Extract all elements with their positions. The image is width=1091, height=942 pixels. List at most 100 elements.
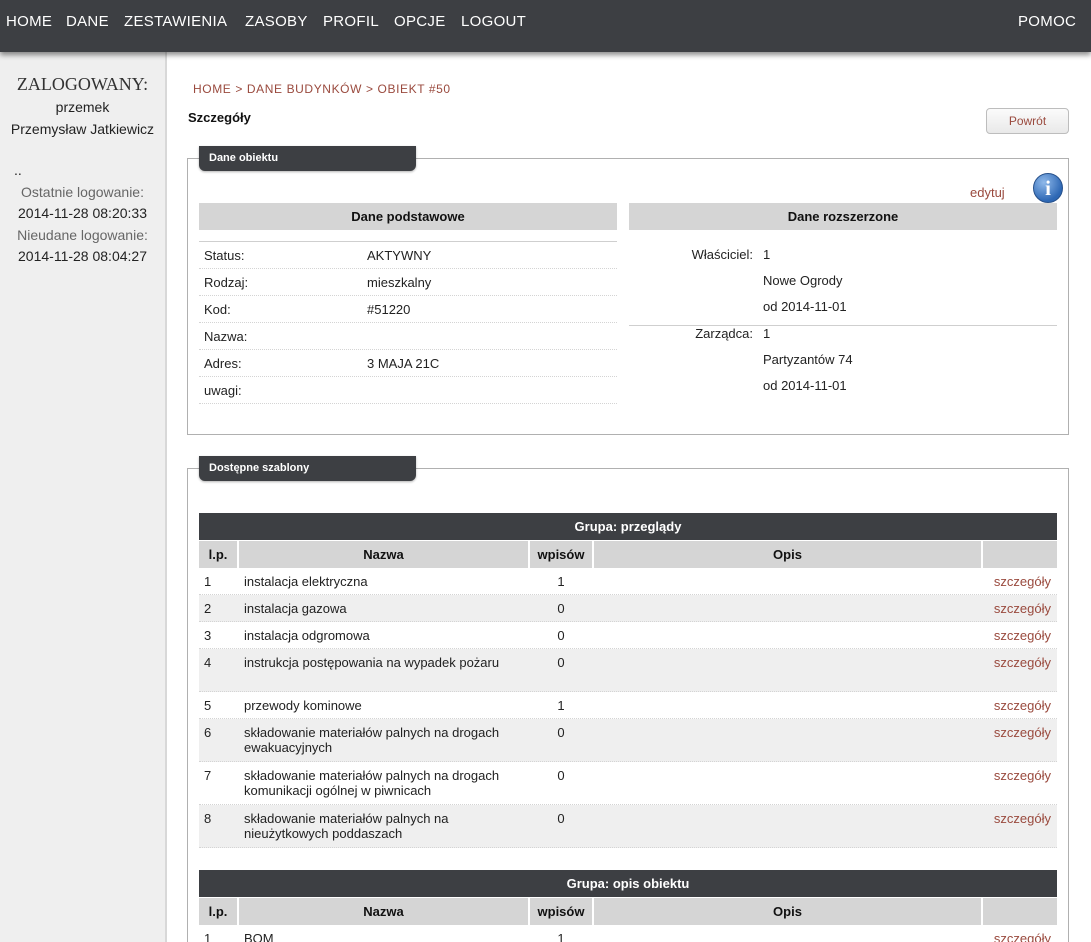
- table-row: 1 BOM 1 szczegóły: [199, 925, 1057, 942]
- table-row: 2 instalacja gazowa 0 szczegóły: [199, 595, 1057, 622]
- row-name: przewody kominowe: [244, 698, 362, 713]
- group-header: Grupa: przeglądy: [199, 513, 1057, 540]
- row-name: instrukcja postępowania na wypadek pożar…: [244, 655, 500, 670]
- info-icon[interactable]: i: [1033, 173, 1063, 203]
- row-count: 1: [557, 698, 565, 713]
- sidebar-dots: ..: [14, 162, 22, 178]
- object-data-panel: Dane obiektu edytuj i Dane podstawowe Da…: [187, 146, 1069, 435]
- field-label: Kod:: [204, 302, 231, 317]
- nav-logout[interactable]: LOGOUT: [461, 13, 526, 30]
- field-label: uwagi:: [204, 383, 242, 398]
- details-link[interactable]: szczegóły: [994, 655, 1051, 670]
- group-header: Grupa: opis obiektu: [199, 870, 1057, 897]
- table-row: 5 przewody kominowe 1 szczegóły: [199, 692, 1057, 719]
- row-name: składowanie materiałów palnych na drogac…: [244, 725, 500, 755]
- templates-panel: Dostępne szablony Grupa: przeglądy l.p. …: [187, 456, 1069, 942]
- details-link[interactable]: szczegóły: [994, 725, 1051, 740]
- field-status: Status: AKTYWNY: [199, 242, 617, 269]
- details-link[interactable]: szczegóły: [994, 931, 1051, 942]
- col-lp: l.p.: [199, 898, 239, 925]
- field-value: 3 MAJA 21C: [367, 356, 440, 371]
- row-count: 0: [557, 725, 565, 740]
- user-full-name: Przemysław Jatkiewicz: [10, 121, 155, 137]
- details-link[interactable]: szczegóły: [994, 698, 1051, 713]
- field-label: Adres:: [204, 356, 242, 371]
- manager-label: Zarządca:: [695, 326, 753, 341]
- row-lp: 8: [204, 811, 212, 826]
- row-lp: 5: [204, 698, 212, 713]
- nav-zasoby[interactable]: ZASOBY: [245, 13, 308, 30]
- breadcrumb-object[interactable]: OBIEKT #50: [378, 82, 451, 96]
- basic-data-header: Dane podstawowe: [199, 203, 617, 230]
- table-row: 7 składowanie materiałów palnych na drog…: [199, 762, 1057, 805]
- nav-profil[interactable]: PROFIL: [323, 13, 379, 30]
- nav-zestawienia[interactable]: ZESTAWIENIA: [124, 13, 227, 30]
- field-name: Nazwa:: [199, 323, 617, 350]
- last-login-label: Ostatnie logowanie:: [21, 184, 144, 200]
- breadcrumb-sep: >: [231, 82, 247, 96]
- owner-name: Nowe Ogrody: [763, 273, 843, 288]
- row-count: 1: [557, 574, 565, 589]
- field-type: Rodzaj: mieszkalny: [199, 269, 617, 296]
- col-actions: [983, 541, 1057, 568]
- field-value: #51220: [367, 302, 411, 317]
- main-content: HOME > DANE BUDYNKÓW > OBIEKT #50 Szczeg…: [167, 52, 1091, 942]
- table-header: l.p. Nazwa wpisów Opis: [199, 898, 1057, 925]
- failed-login-label: Nieudane logowanie:: [17, 227, 148, 243]
- row-count: 0: [557, 655, 565, 670]
- failed-login-value: 2014-11-28 08:04:27: [18, 248, 147, 264]
- sidebar: ZALOGOWANY: przemek Przemysław Jatkiewic…: [0, 52, 167, 942]
- row-lp: 1: [204, 574, 212, 589]
- breadcrumb-sep: >: [362, 82, 378, 96]
- row-lp: 7: [204, 768, 212, 783]
- table-row: 6 składowanie materiałów palnych na drog…: [199, 719, 1057, 762]
- details-link[interactable]: szczegóły: [994, 768, 1051, 783]
- row-lp: 2: [204, 601, 212, 616]
- owner-since: od 2014-11-01: [763, 299, 847, 314]
- object-data-legend: Dane obiektu: [199, 146, 416, 171]
- row-lp: 1: [204, 931, 212, 942]
- field-value: AKTYWNY: [367, 248, 432, 263]
- row-count: 1: [557, 931, 565, 942]
- row-count: 0: [557, 628, 565, 643]
- breadcrumb-home[interactable]: HOME: [193, 82, 231, 96]
- owner-label: Właściciel:: [691, 247, 753, 262]
- row-lp: 3: [204, 628, 212, 643]
- back-button[interactable]: Powrót: [986, 108, 1069, 134]
- row-name: instalacja gazowa: [244, 601, 347, 616]
- edit-link[interactable]: edytuj: [970, 185, 1005, 200]
- breadcrumb: HOME > DANE BUDYNKÓW > OBIEKT #50: [193, 82, 451, 96]
- row-name: instalacja elektryczna: [244, 574, 368, 589]
- extended-data-header: Dane rozszerzone: [629, 203, 1057, 230]
- nav-help[interactable]: POMOC: [1018, 13, 1076, 30]
- table-row: 4 instrukcja postępowania na wypadek poż…: [199, 649, 1057, 692]
- details-link[interactable]: szczegóły: [994, 574, 1051, 589]
- col-name: Nazwa: [239, 898, 530, 925]
- col-name: Nazwa: [239, 541, 530, 568]
- col-lp: l.p.: [199, 541, 239, 568]
- details-link[interactable]: szczegóły: [994, 601, 1051, 616]
- nav-opcje[interactable]: OPCJE: [394, 13, 446, 30]
- col-count: wpisów: [530, 541, 594, 568]
- row-count: 0: [557, 811, 565, 826]
- details-link[interactable]: szczegóły: [994, 628, 1051, 643]
- nav-dane[interactable]: DANE: [66, 13, 109, 30]
- manager-name: Partyzantów 74: [763, 352, 853, 367]
- breadcrumb-buildings[interactable]: DANE BUDYNKÓW: [247, 82, 362, 96]
- table-header: l.p. Nazwa wpisów Opis: [199, 541, 1057, 568]
- details-link[interactable]: szczegóły: [994, 811, 1051, 826]
- row-name: składowanie materiałów palnych na drogac…: [244, 768, 500, 798]
- field-label: Nazwa:: [204, 329, 248, 344]
- row-lp: 6: [204, 725, 212, 740]
- row-count: 0: [557, 768, 565, 783]
- field-notes: uwagi:: [199, 377, 617, 404]
- last-login-value: 2014-11-28 08:20:33: [18, 205, 147, 221]
- user-login: przemek: [55, 99, 110, 115]
- field-address: Adres: 3 MAJA 21C: [199, 350, 617, 377]
- row-lp: 4: [204, 655, 212, 670]
- field-label: Status:: [204, 248, 245, 263]
- col-desc: Opis: [594, 541, 983, 568]
- nav-home[interactable]: HOME: [6, 13, 52, 30]
- col-desc: Opis: [594, 898, 983, 925]
- field-code: Kod: #51220: [199, 296, 617, 323]
